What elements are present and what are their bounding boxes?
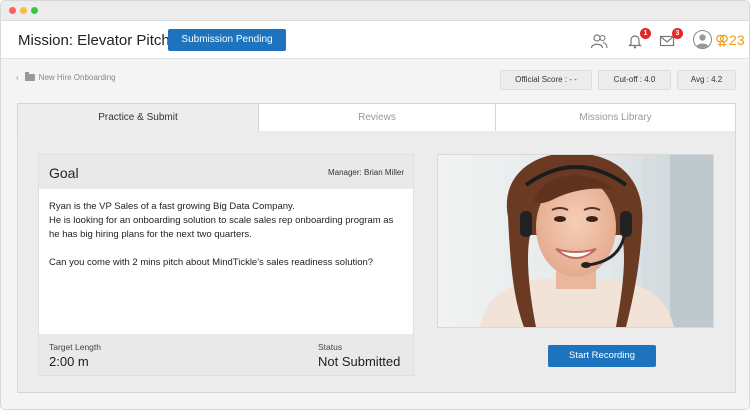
avg-badge: Avg : 4.2 [677, 70, 736, 90]
goal-description: Ryan is the VP Sales of a fast growing B… [49, 200, 404, 270]
goal-header: Goal Manager: Brian Miller [39, 155, 413, 189]
woman-with-headset-image [438, 155, 713, 327]
target-length-value: 2:00 m [49, 354, 89, 369]
notifications-badge: 1 [640, 28, 651, 39]
team-icon[interactable] [590, 33, 608, 49]
start-recording-button[interactable]: Start Recording [548, 345, 656, 367]
app-window: Mission: Elevator Pitch Submission Pendi… [0, 0, 750, 410]
mission-tabs: Practice & Submit Reviews Missions Libra… [17, 103, 736, 132]
goal-card: Goal Manager: Brian Miller Ryan is the V… [38, 154, 414, 376]
goal-line: He is looking for an onboarding solution… [49, 215, 394, 240]
tab-practice-submit[interactable]: Practice & Submit [17, 103, 259, 132]
video-preview [437, 154, 714, 328]
goal-title: Goal [49, 165, 79, 181]
breadcrumb-label: New Hire Onboarding [38, 73, 116, 82]
submission-pending-button[interactable]: Submission Pending [168, 29, 286, 51]
app-header: Mission: Elevator Pitch Submission Pendi… [1, 21, 749, 59]
goal-line: Can you come with 2 mins pitch about Min… [49, 257, 374, 268]
cutoff-badge: Cut-off : 4.0 [598, 70, 671, 90]
window-titlebar [1, 1, 749, 21]
target-length-label: Target Length [49, 342, 101, 352]
points-counter: ⚢23 [715, 32, 745, 48]
messages-badge: 3 [672, 28, 683, 39]
tab-reviews[interactable]: Reviews [258, 103, 496, 132]
bell-icon[interactable]: 1 [627, 28, 651, 49]
goal-line: Ryan is the VP Sales of a fast growing B… [49, 201, 295, 212]
goal-footer: Target Length 2:00 m Status Not Submitte… [39, 334, 413, 375]
back-chevron-icon[interactable]: ‹ [16, 73, 19, 82]
folder-icon [24, 72, 35, 82]
maximize-window-button[interactable] [31, 7, 38, 14]
tab-missions-library[interactable]: Missions Library [495, 103, 736, 132]
minimize-window-button[interactable] [20, 7, 27, 14]
mail-icon[interactable]: 3 [659, 28, 683, 49]
page-title: Mission: Elevator Pitch [18, 32, 170, 49]
official-score-badge: Official Score : - - [500, 70, 592, 90]
manager-label: Manager: Brian Miller [327, 168, 404, 177]
close-window-button[interactable] [9, 7, 16, 14]
avatar[interactable] [693, 30, 712, 49]
status-label: Status [318, 342, 343, 352]
status-value: Not Submitted [318, 354, 401, 369]
breadcrumb[interactable]: ‹ New Hire Onboarding [16, 72, 116, 82]
